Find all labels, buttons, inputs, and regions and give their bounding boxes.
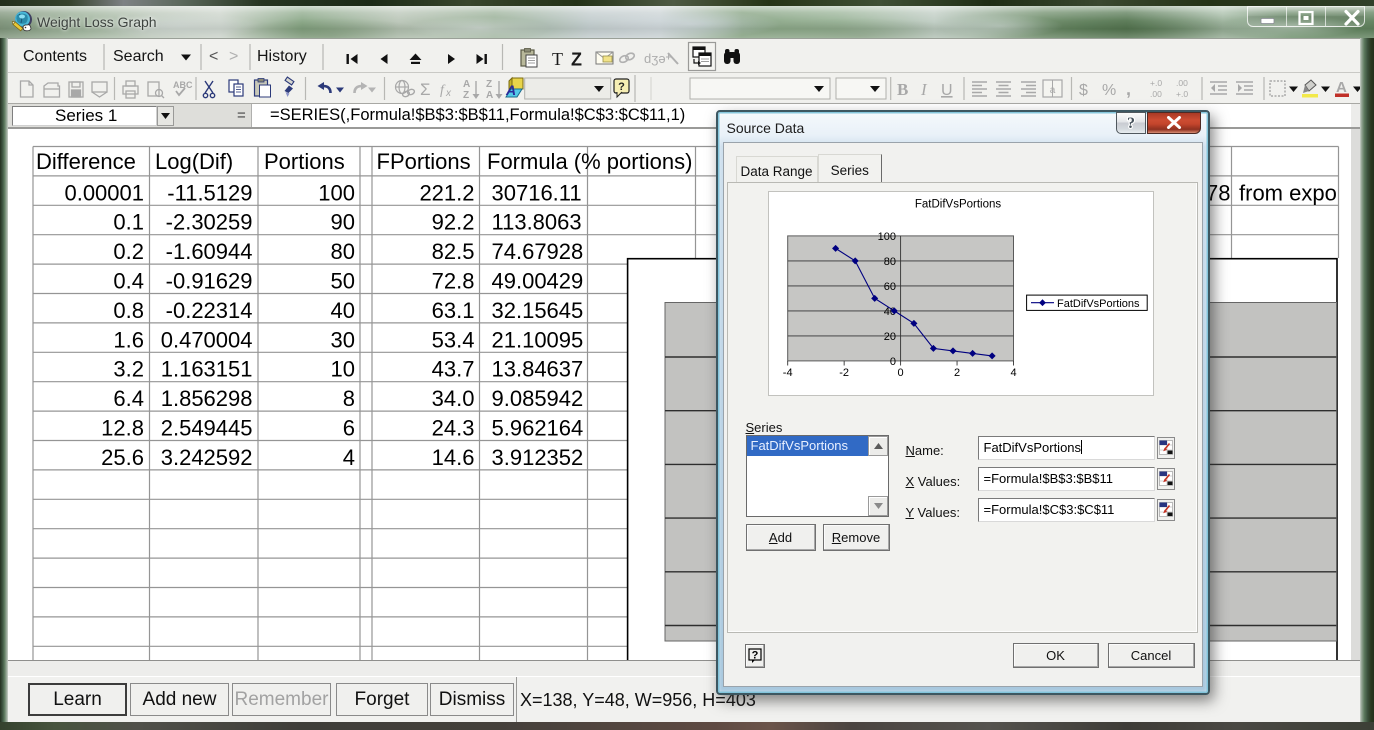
svg-text:A: A [1336, 79, 1347, 96]
svg-text:Z: Z [571, 49, 582, 69]
svg-text:0.1: 0.1 [113, 210, 144, 235]
svg-text:-0.22314: -0.22314 [166, 298, 253, 323]
svg-text:2: 2 [953, 367, 959, 379]
svg-text:50: 50 [331, 269, 355, 294]
svg-text:dʒə: dʒə [644, 51, 666, 66]
svg-text:-1.60944: -1.60944 [166, 239, 253, 264]
svg-text:U: U [941, 82, 953, 99]
svg-text:A: A [463, 79, 470, 90]
svg-text:60: 60 [883, 280, 895, 292]
svg-text:20: 20 [883, 330, 895, 342]
svg-text:30716.11: 30716.11 [492, 180, 582, 205]
svg-text:49.00429: 49.00429 [492, 269, 584, 294]
svg-text:Z: Z [463, 90, 469, 101]
svg-text:0.4: 0.4 [113, 269, 144, 294]
svg-text:?: ? [618, 81, 625, 93]
svg-text:?: ? [1127, 115, 1135, 132]
svg-text:14.6: 14.6 [432, 445, 475, 470]
svg-text:-2.30259: -2.30259 [166, 210, 253, 235]
svg-text:T: T [552, 49, 563, 69]
svg-text:5.962164: 5.962164 [492, 416, 584, 441]
svg-text:72.8: 72.8 [432, 269, 475, 294]
svg-text:FPortions: FPortions [377, 149, 471, 174]
svg-text:A: A [505, 82, 516, 98]
svg-text:53.4: 53.4 [432, 327, 475, 352]
svg-text:1.6: 1.6 [113, 327, 144, 352]
svg-text:.00: .00 [1150, 89, 1162, 99]
svg-text:92.2: 92.2 [432, 210, 475, 235]
svg-text:10: 10 [331, 357, 355, 382]
svg-text:80: 80 [883, 255, 895, 267]
svg-text:1.163151: 1.163151 [161, 357, 253, 382]
svg-text:,: , [1126, 79, 1131, 99]
svg-text:0: 0 [897, 367, 903, 379]
svg-text:1.856298: 1.856298 [161, 386, 253, 411]
svg-text:78: 78 [1206, 180, 1230, 205]
svg-text:6.4: 6.4 [113, 386, 144, 411]
svg-text:B: B [897, 80, 908, 99]
svg-text:4: 4 [343, 445, 355, 470]
svg-text:12.8: 12.8 [101, 416, 144, 441]
svg-text:0.470004: 0.470004 [161, 327, 253, 352]
svg-text:+.0: +.0 [1176, 89, 1188, 99]
svg-text:25.6: 25.6 [101, 445, 144, 470]
svg-text:-2: -2 [839, 367, 849, 379]
svg-text:?: ? [751, 650, 758, 662]
svg-text:100: 100 [877, 231, 895, 243]
svg-text:0.8: 0.8 [113, 298, 144, 323]
svg-text:6: 6 [343, 416, 355, 441]
svg-text:-11.5129: -11.5129 [167, 180, 252, 205]
svg-text:Log(Dif): Log(Dif) [155, 149, 233, 174]
svg-text:113.8063: 113.8063 [492, 210, 582, 235]
svg-text:2.549445: 2.549445 [161, 416, 253, 441]
svg-text:30: 30 [331, 327, 355, 352]
svg-text:100: 100 [318, 180, 355, 205]
svg-text:a: a [1050, 85, 1056, 96]
svg-text:.00: .00 [1176, 78, 1188, 88]
svg-text:63.1: 63.1 [432, 298, 475, 323]
svg-text:8: 8 [343, 386, 355, 411]
svg-text:I: I [920, 80, 928, 99]
svg-text:3.242592: 3.242592 [161, 445, 253, 470]
svg-text:82.5: 82.5 [432, 239, 475, 264]
svg-text:3.2: 3.2 [113, 357, 144, 382]
svg-text:40: 40 [331, 298, 355, 323]
svg-text:43.7: 43.7 [432, 357, 475, 382]
svg-text:0: 0 [889, 355, 895, 367]
svg-text:A: A [486, 90, 493, 101]
svg-text:from expo: from expo [1239, 180, 1337, 205]
svg-text:80: 80 [331, 239, 355, 264]
svg-text:%: % [1102, 82, 1116, 99]
svg-text:0.2: 0.2 [113, 239, 144, 264]
svg-text:-4: -4 [782, 367, 792, 379]
svg-text:+.0: +.0 [1150, 78, 1162, 88]
svg-text:4: 4 [1010, 367, 1016, 379]
svg-text:9.085942: 9.085942 [492, 386, 584, 411]
svg-text:x: x [445, 88, 452, 99]
svg-text:Z: Z [486, 79, 492, 90]
svg-text:FatDifVsPortions: FatDifVsPortions [914, 198, 1001, 210]
svg-text:-0.91629: -0.91629 [166, 269, 253, 294]
svg-text:Formula (% portions): Formula (% portions) [487, 149, 692, 174]
svg-text:74.67928: 74.67928 [492, 239, 584, 264]
svg-text:0.00001: 0.00001 [64, 180, 144, 205]
svg-text:21.10095: 21.10095 [492, 327, 584, 352]
svg-text:$: $ [1079, 82, 1088, 99]
svg-text:Difference: Difference [36, 149, 136, 174]
svg-text:24.3: 24.3 [432, 416, 475, 441]
svg-text:13.84637: 13.84637 [492, 357, 584, 382]
svg-text:221.2: 221.2 [419, 180, 474, 205]
svg-text:34.0: 34.0 [432, 386, 475, 411]
svg-text:3.912352: 3.912352 [492, 445, 584, 470]
svg-text:32.15645: 32.15645 [492, 298, 584, 323]
svg-text:ABC: ABC [173, 80, 193, 90]
svg-text:Portions: Portions [264, 149, 345, 174]
svg-text:90: 90 [331, 210, 355, 235]
svg-text:Σ: Σ [420, 80, 431, 99]
svg-text:FatDifVsPortions: FatDifVsPortions [1057, 297, 1140, 309]
